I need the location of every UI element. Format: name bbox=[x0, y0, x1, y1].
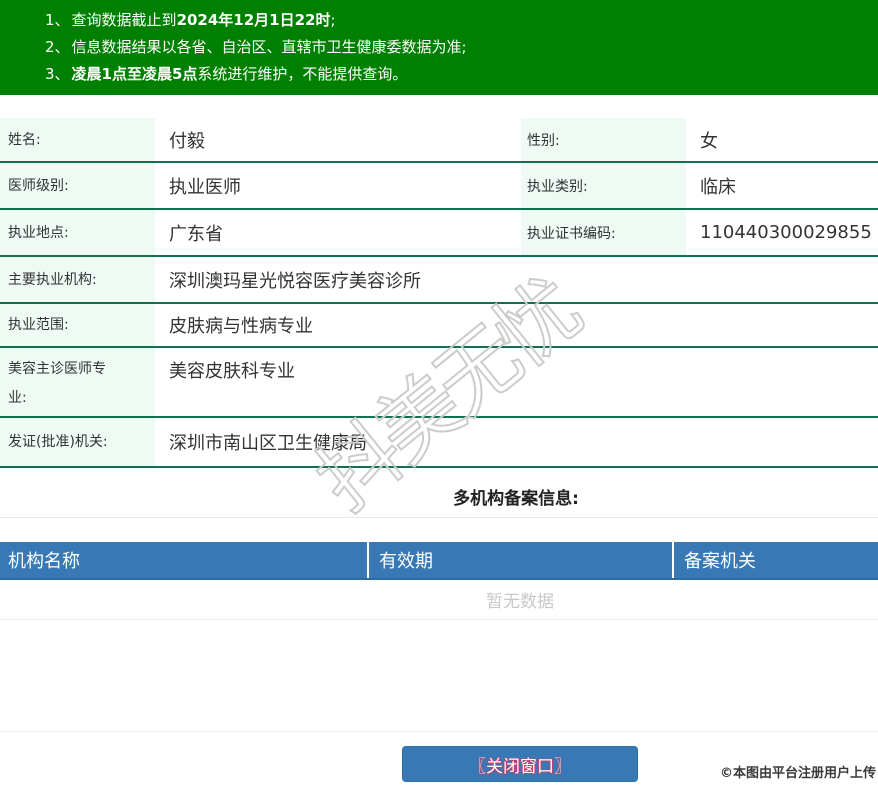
table-row: 发证(批准)机关: 深圳市南山区卫生健康局 bbox=[0, 418, 878, 468]
column-header-authority: 备案机关 bbox=[672, 542, 878, 578]
field-label: 执业范围: bbox=[0, 304, 155, 346]
field-label: 美容主诊医师专业: bbox=[0, 348, 155, 416]
table-row: 执业地点: 广东省 执业证书编码: 110440300029855 bbox=[0, 210, 878, 257]
column-header-validity: 有效期 bbox=[367, 542, 672, 578]
field-label: 执业地点: bbox=[0, 210, 155, 255]
field-label: 姓名: bbox=[0, 118, 155, 161]
upload-credit-watermark: ©本图由平台注册用户上传 bbox=[719, 766, 876, 781]
filing-table-body-empty bbox=[0, 620, 878, 732]
practitioner-info-table: 姓名: 付毅 性别: 女 医师级别: 执业医师 执业类别: 临床 执业地点: 广… bbox=[0, 118, 878, 468]
notice-banner: 1、 查询数据截止到2024年12月1日22时; 2、 信息数据结果以各省、自治区、… bbox=[0, 0, 878, 95]
field-label: 医师级别: bbox=[0, 163, 155, 208]
notice-text: 查询数据截止到 bbox=[71, 11, 177, 29]
field-label: 执业类别: bbox=[521, 163, 686, 208]
field-label: 主要执业机构: bbox=[0, 257, 155, 302]
field-value: 女 bbox=[700, 130, 718, 152]
column-header-institution: 机构名称 bbox=[8, 551, 80, 572]
notice-text-bold: 凌晨1点至凌晨5点 bbox=[71, 65, 198, 83]
close-window-button[interactable]: 〖关闭窗口〗 bbox=[402, 746, 638, 782]
notice-line: 2、 信息数据结果以各省、自治区、直辖市卫生健康委数据为准; bbox=[45, 34, 868, 61]
table-row: 美容主诊医师专业: 美容皮肤科专业 bbox=[0, 348, 878, 418]
notice-number: 1、 bbox=[45, 11, 70, 29]
notice-number: 2、 bbox=[45, 38, 70, 56]
table-row: 医师级别: 执业医师 执业类别: 临床 bbox=[0, 163, 878, 210]
notice-text: 系统进行维护，不能提供查询。 bbox=[197, 65, 408, 83]
field-value: 付毅 bbox=[169, 130, 205, 152]
notice-line: 3、 凌晨1点至凌晨5点系统进行维护，不能提供查询。 bbox=[45, 61, 868, 88]
notice-text: ; bbox=[330, 11, 336, 29]
notice-text: 信息数据结果以各省、自治区、直辖市卫生健康委数据为准; bbox=[71, 38, 467, 56]
table-row: 主要执业机构: 深圳澳玛星光悦容医疗美容诊所 bbox=[0, 257, 878, 304]
table-row: 姓名: 付毅 性别: 女 bbox=[0, 118, 878, 163]
field-value: 深圳澳玛星光悦容医疗美容诊所 bbox=[169, 270, 421, 292]
field-label: 发证(批准)机关: bbox=[0, 418, 155, 466]
notice-text-bold: 2024年12月1日22时 bbox=[176, 11, 331, 29]
table-row: 执业范围: 皮肤病与性病专业 bbox=[0, 304, 878, 348]
field-value: 临床 bbox=[700, 176, 736, 198]
field-value: 皮肤病与性病专业 bbox=[169, 316, 313, 337]
notice-line: 1、 查询数据截止到2024年12月1日22时; bbox=[45, 7, 868, 34]
empty-data-message: 暂无数据 bbox=[0, 580, 878, 620]
field-value: 广东省 bbox=[169, 223, 223, 245]
field-label: 执业证书编码: bbox=[521, 210, 686, 255]
field-value: 美容皮肤科专业 bbox=[169, 361, 295, 382]
filing-section-title: 多机构备案信息: bbox=[0, 468, 878, 518]
filing-table-header: 机构名称 有效期 备案机关 bbox=[0, 542, 878, 580]
field-value: 深圳市南山区卫生健康局 bbox=[169, 433, 367, 454]
notice-number: 3、 bbox=[45, 65, 70, 83]
field-value: 110440300029855 bbox=[700, 222, 872, 243]
field-label: 性别: bbox=[521, 118, 686, 161]
field-value: 执业医师 bbox=[169, 176, 241, 198]
